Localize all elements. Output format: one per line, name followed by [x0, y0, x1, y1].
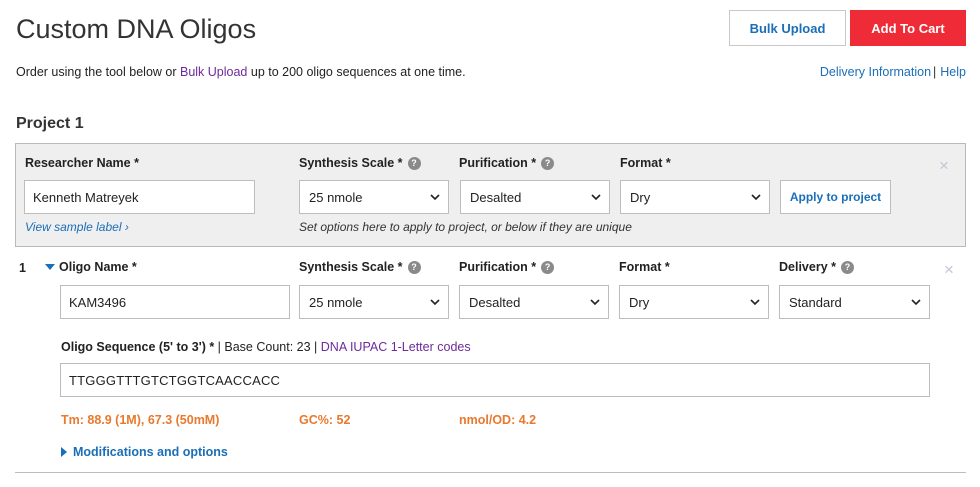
oligo-sequence-label: Oligo Sequence (5' to 3') * | Base Count… [61, 340, 471, 354]
bulk-upload-button[interactable]: Bulk Upload [729, 10, 846, 46]
gc-percent-value: GC%: 52 [299, 413, 351, 427]
modifications-and-options-link[interactable]: Modifications and options [73, 445, 228, 459]
help-icon[interactable]: ? [407, 156, 421, 170]
chevron-down-icon [430, 194, 440, 201]
help-link[interactable]: Help [940, 65, 966, 79]
format-select[interactable]: Dry [620, 180, 770, 214]
oligo-sequence-input[interactable]: TTGGGTTTGTCTGGTCAACCACC [60, 363, 930, 397]
help-icon[interactable]: ? [840, 260, 854, 274]
purification-select[interactable]: Desalted [459, 285, 609, 319]
divider [15, 472, 966, 473]
close-icon[interactable]: × [939, 157, 949, 174]
collapse-caret-icon[interactable] [45, 264, 55, 270]
project-options-hint: Set options here to apply to project, or… [299, 220, 632, 234]
oligo-name-input[interactable]: KAM3496 [60, 285, 290, 319]
synthesis-scale-select[interactable]: 25 nmole [299, 180, 449, 214]
chevron-down-icon [911, 299, 921, 306]
chevron-down-icon [750, 299, 760, 306]
intro-suffix: up to 200 oligo sequences at one time. [247, 65, 466, 79]
purification-label: Purification *? [459, 260, 555, 274]
researcher-name-label: Researcher Name * [25, 156, 139, 170]
bulk-upload-link[interactable]: Bulk Upload [180, 65, 247, 79]
delivery-information-link[interactable]: Delivery Information [820, 65, 931, 79]
view-sample-label-link[interactable]: View sample label › [25, 220, 129, 234]
nmol-od-value: nmol/OD: 4.2 [459, 413, 537, 427]
close-icon[interactable]: × [944, 261, 954, 278]
synthesis-scale-label: Synthesis Scale *? [299, 260, 421, 274]
format-select[interactable]: Dry [619, 285, 769, 319]
help-icon[interactable]: ? [541, 156, 555, 170]
chevron-down-icon [751, 194, 761, 201]
oligo-row-number: 1 [19, 261, 26, 275]
purification-select[interactable]: Desalted [460, 180, 610, 214]
iupac-codes-link[interactable]: DNA IUPAC 1-Letter codes [321, 340, 471, 354]
help-icon[interactable]: ? [541, 260, 555, 274]
project-title: Project 1 [16, 115, 84, 132]
delivery-label: Delivery *? [779, 260, 854, 274]
format-label: Format * [620, 156, 671, 170]
page-title: Custom DNA Oligos [16, 14, 257, 44]
synthesis-scale-select[interactable]: 25 nmole [299, 285, 449, 319]
chevron-down-icon [591, 194, 601, 201]
format-label: Format * [619, 260, 670, 274]
synthesis-scale-label: Synthesis Scale *? [299, 156, 421, 170]
oligo-name-label: Oligo Name * [59, 260, 137, 274]
chevron-down-icon [590, 299, 600, 306]
chevron-down-icon [430, 299, 440, 306]
base-count: | Base Count: 23 | [214, 340, 321, 354]
top-links: Delivery Information | Help [820, 65, 966, 79]
researcher-name-input[interactable]: Kenneth Matreyek [24, 180, 255, 214]
purification-label: Purification *? [459, 156, 555, 170]
help-icon[interactable]: ? [407, 260, 421, 274]
apply-to-project-button[interactable]: Apply to project [780, 180, 891, 214]
intro-text: Order using the tool below or Bulk Uploa… [16, 65, 466, 79]
sequence-label-text: Oligo Sequence (5' to 3') * [61, 340, 215, 354]
expand-caret-icon[interactable] [61, 447, 67, 457]
intro-prefix: Order using the tool below or [16, 65, 180, 79]
link-separator: | [933, 65, 937, 79]
tm-value: Tm: 88.9 (1M), 67.3 (50mM) [61, 413, 220, 427]
add-to-cart-button[interactable]: Add To Cart [850, 10, 966, 46]
delivery-select[interactable]: Standard [779, 285, 930, 319]
